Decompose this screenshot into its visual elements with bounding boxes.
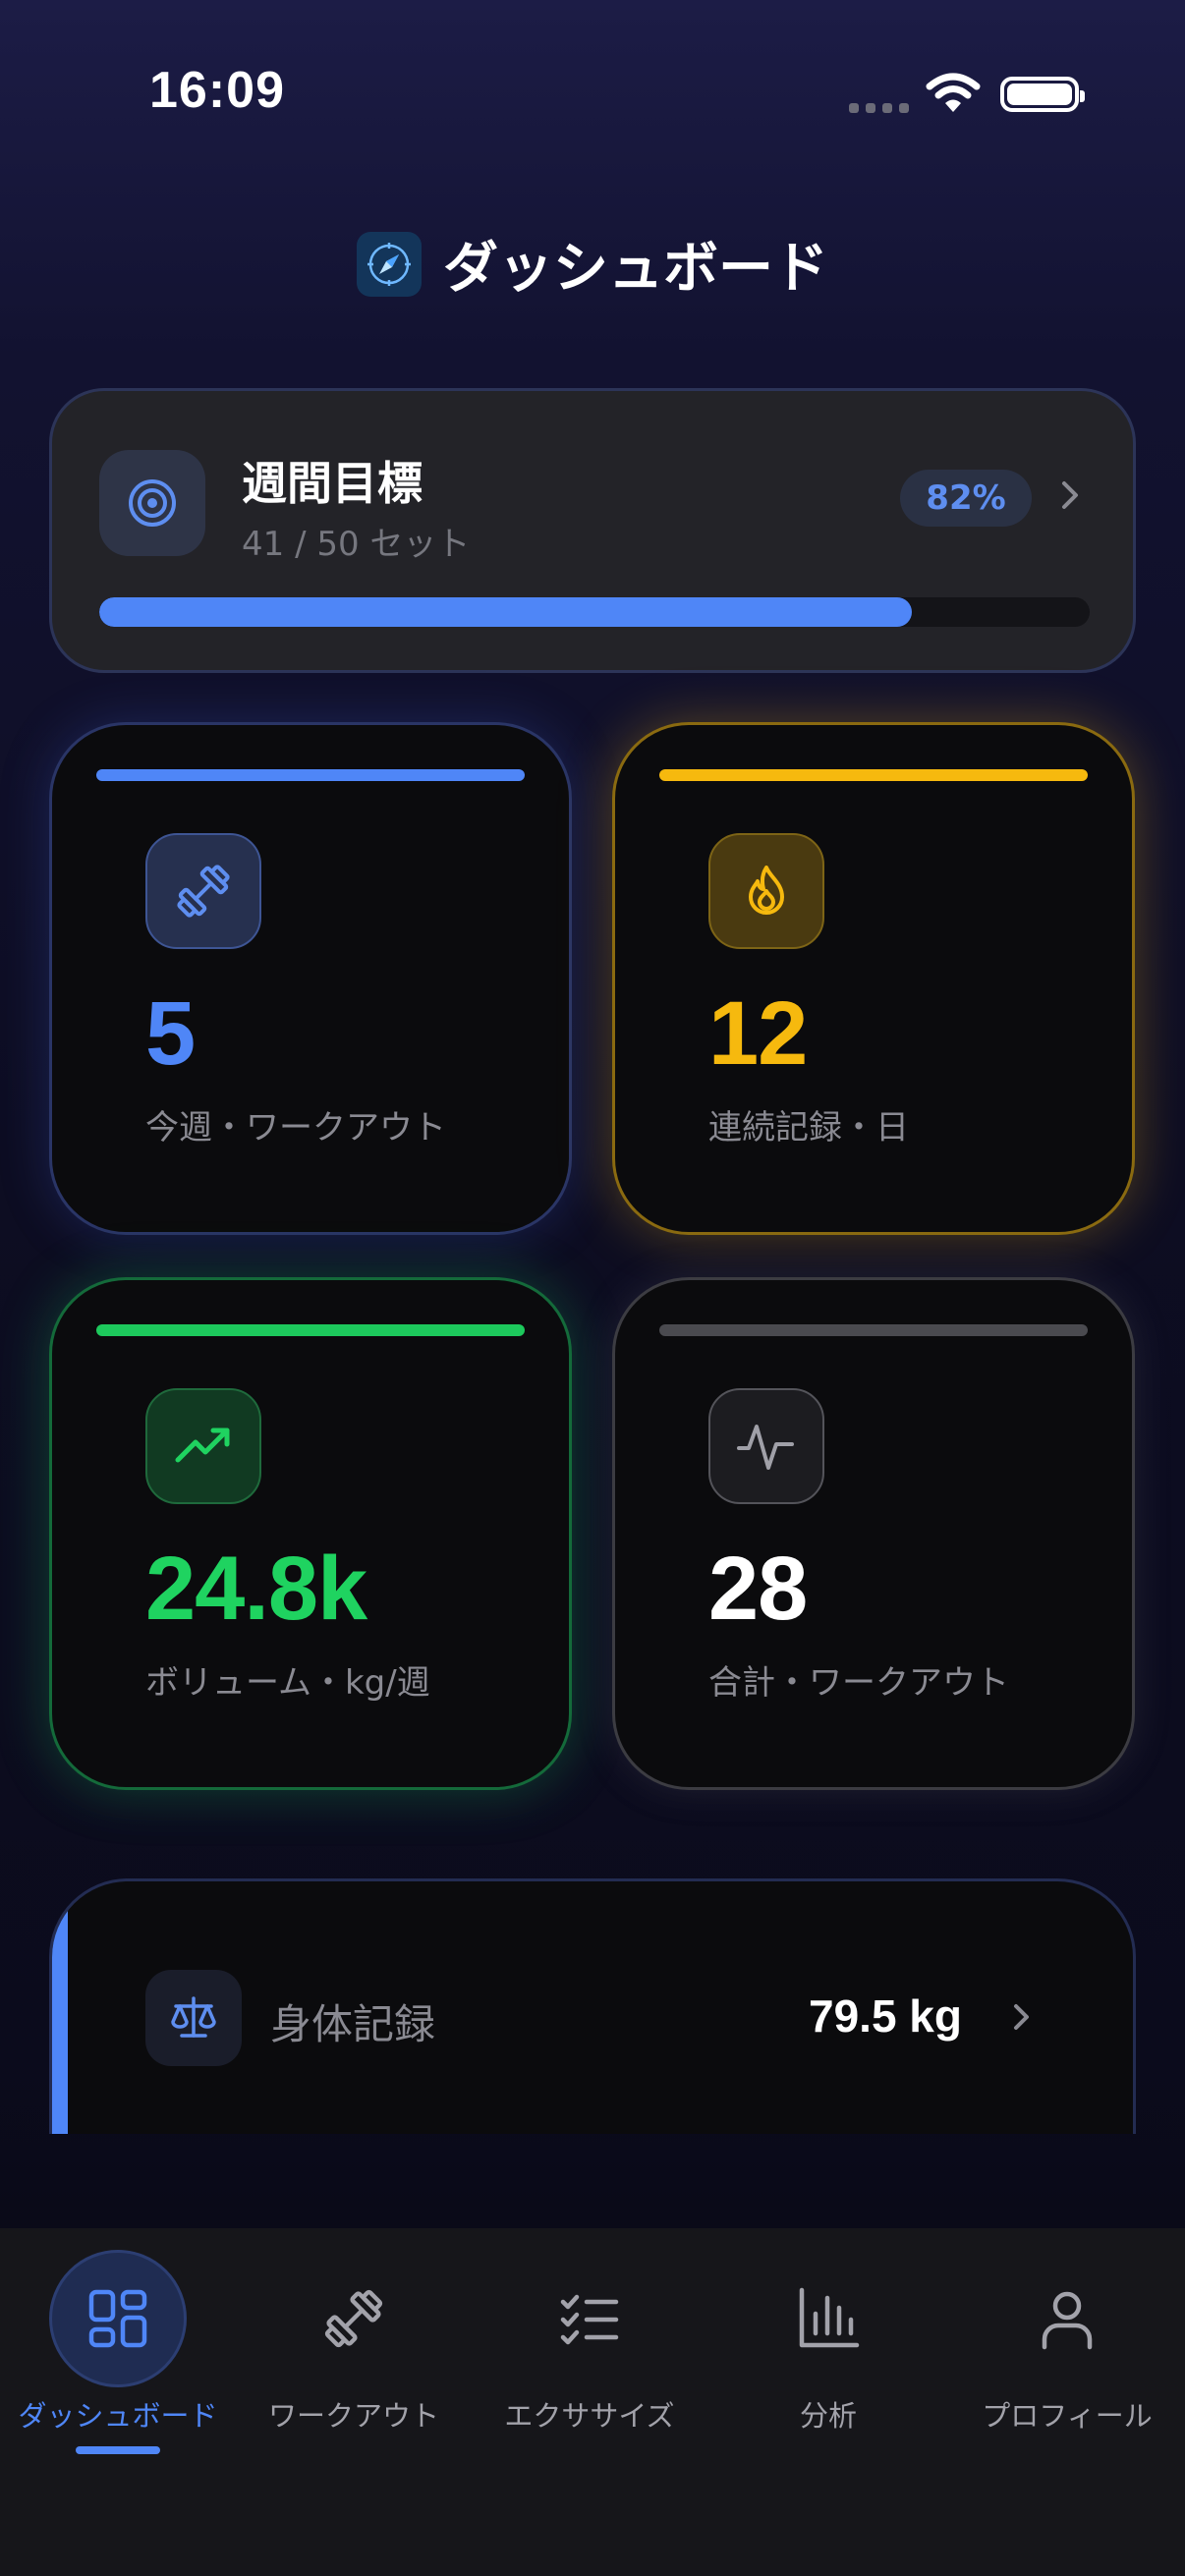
stat-value: 24.8k xyxy=(145,1539,367,1639)
body-record-label: 身体記録 xyxy=(270,2000,436,2048)
card-accent-bar xyxy=(96,769,525,781)
user-icon xyxy=(998,2250,1136,2387)
stat-label: 今週・ワークアウト xyxy=(145,1108,446,1148)
stat-label: 合計・ワークアウト xyxy=(708,1663,1009,1703)
stat-value: 28 xyxy=(708,1539,808,1639)
dumbbell-icon xyxy=(285,2250,423,2387)
weekly-goal-subtitle: 41 / 50 セット xyxy=(242,525,471,564)
dumbbell-icon xyxy=(145,833,261,949)
stat-card-volume[interactable]: 24.8k ボリューム・kg/週 xyxy=(49,1277,572,1790)
checklist-icon xyxy=(521,2250,658,2387)
activity-icon xyxy=(708,1388,824,1504)
trending-up-icon xyxy=(145,1388,261,1504)
wifi-icon xyxy=(926,73,981,118)
tab-dashboard[interactable]: ダッシュボード xyxy=(0,2250,236,2454)
tab-label: ダッシュボード xyxy=(18,2399,218,2433)
card-accent-bar xyxy=(659,1324,1088,1336)
bar-chart-icon xyxy=(760,2250,897,2387)
tab-analytics[interactable]: 分析 xyxy=(710,2250,946,2435)
compass-icon xyxy=(357,231,422,297)
tab-active-indicator xyxy=(76,2446,160,2454)
weekly-goal-progress-fill xyxy=(99,597,912,627)
stat-label: ボリューム・kg/週 xyxy=(145,1663,430,1703)
stat-card-total-workouts[interactable]: 28 合計・ワークアウト xyxy=(612,1277,1135,1790)
chevron-right-icon xyxy=(1011,1999,1033,2039)
tab-label: エクササイズ xyxy=(504,2399,675,2433)
stat-value: 5 xyxy=(145,983,196,1084)
tab-exercises[interactable]: エクササイズ xyxy=(472,2250,707,2435)
weekly-goal-progress-bar xyxy=(99,597,1090,627)
tab-workout[interactable]: ワークアウト xyxy=(236,2250,472,2435)
scale-icon xyxy=(145,1970,242,2066)
tab-profile[interactable]: プロフィール xyxy=(949,2250,1185,2435)
page-header: ダッシュボード xyxy=(0,224,1185,304)
grid-icon xyxy=(49,2250,187,2387)
stat-value: 12 xyxy=(708,983,808,1084)
weekly-goal-card[interactable]: 週間目標 41 / 50 セット 82% xyxy=(49,388,1136,673)
card-accent-bar xyxy=(659,769,1088,781)
stat-card-workouts-this-week[interactable]: 5 今週・ワークアウト xyxy=(49,722,572,1235)
card-accent-bar xyxy=(96,1324,525,1336)
weekly-goal-title: 週間目標 xyxy=(242,457,423,510)
body-record-card[interactable]: 身体記録 79.5 kg xyxy=(49,1878,1136,2134)
card-accent-bar xyxy=(52,1881,68,2134)
battery-icon xyxy=(1000,77,1085,112)
tab-label: プロフィール xyxy=(982,2399,1153,2433)
chevron-right-icon xyxy=(1058,476,1082,519)
flame-icon xyxy=(708,833,824,949)
tab-label: 分析 xyxy=(799,2399,857,2433)
tab-label: ワークアウト xyxy=(267,2399,439,2433)
weekly-goal-percent-badge: 82% xyxy=(900,470,1032,527)
stat-card-streak-days[interactable]: 12 連続記録・日 xyxy=(612,722,1135,1235)
status-time: 16:09 xyxy=(149,62,285,119)
body-record-value: 79.5 kg xyxy=(809,1990,962,2042)
page-title: ダッシュボード xyxy=(443,237,828,301)
target-icon xyxy=(99,450,205,556)
cellular-signal-icon xyxy=(849,103,909,113)
stat-label: 連続記録・日 xyxy=(708,1108,909,1148)
